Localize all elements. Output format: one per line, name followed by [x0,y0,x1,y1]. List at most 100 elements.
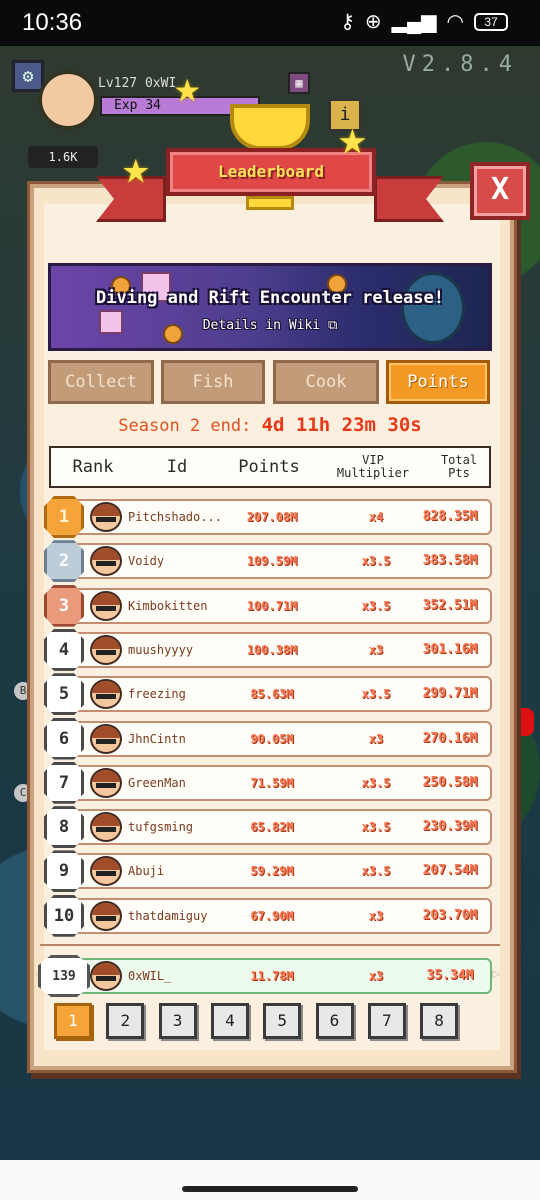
external-link-icon: ⧉ [327,318,338,333]
avatar [90,634,122,665]
star-icon: ★ [174,62,201,113]
avatar [90,502,122,532]
col-rank: Rank [72,457,114,477]
player-points: 59.29M [250,864,294,879]
tab-fish[interactable]: Fish [161,360,265,404]
leaderboard-row[interactable]: 6 JhnCintn 90.05M x3 270.16M [44,717,492,760]
player-total: 230.39M [422,819,478,835]
rank-badge: 3 [44,584,84,627]
notification-marker[interactable] [514,708,534,736]
player-name: muushyyyy [128,642,194,657]
col-id: Id [166,457,188,477]
page-button-6[interactable]: 6 [315,1003,354,1039]
season-countdown: 4d 11h 23m 30s [261,414,422,436]
rank-badge: 8 [44,806,84,849]
leaderboard-row[interactable]: 10 thatdamiguy 67.90M x3 203.70M [44,894,492,937]
home-gesture-bar[interactable] [182,1186,358,1192]
player-total: 203.70M [422,907,478,923]
player-avatar[interactable] [38,70,98,130]
leaderboard-row[interactable]: 9 Abuji 59.29M x3.5 207.54M [44,850,492,893]
exp-value: 34 [145,98,161,113]
close-button[interactable]: X [470,162,530,220]
leaderboard-row[interactable]: 8 tufgsming 65.82M x3.5 230.39M [44,806,492,849]
divider [40,944,500,946]
rank-badge: 6 [44,717,84,760]
trophy-icon [230,104,310,150]
trophy-base-icon [246,196,294,210]
col-vip-multiplier: VIP Multiplier [336,453,410,480]
player-points: 90.05M [250,731,294,746]
season-label: Season 2 end: [118,416,252,436]
player-total: 270.16M [422,730,478,746]
avatar [90,723,122,754]
season-timer: Season 2 end: 4d 11h 23m 30s [40,414,500,436]
coin-counter: 1.6K [28,146,98,168]
player-multiplier: x3.5 [361,554,391,569]
player-name: Abuji [128,864,165,879]
page-button-1[interactable]: 1 [54,1003,92,1039]
table-header: Rank Id Points VIP Multiplier Total Pts [49,446,491,488]
tab-cook[interactable]: Cook [273,360,379,404]
rank-badge: 5 [44,673,84,716]
player-name: Kimbokitten [128,598,208,613]
page-button-4[interactable]: 4 [210,1003,249,1039]
rank-badge: 2 [44,540,84,583]
player-points: 71.59M [250,775,294,790]
player-name: Pitchshado... [128,510,222,524]
page-button-7[interactable]: 7 [367,1003,406,1039]
player-total: 828.35M [422,509,478,524]
page-button-8[interactable]: 8 [420,1003,459,1039]
rank-badge: 7 [44,761,84,804]
key-icon: ⚷ [340,11,355,33]
settings-gear-icon[interactable]: ⚙ [12,60,44,92]
avatar [90,812,122,843]
page-button-2[interactable]: 2 [106,1003,145,1039]
rank-badge: 139 [38,955,90,997]
rank-badge: 4 [44,628,84,671]
player-multiplier: x3.5 [361,864,391,879]
player-points: 85.63M [250,687,294,702]
player-points: 109.59M [246,554,298,569]
banner-title: Diving and Rift Encounter release! [96,288,444,308]
page-button-3[interactable]: 3 [158,1003,197,1039]
leaderboard-row[interactable]: 2 Voidy 109.59M x3.5 383.58M [44,540,492,583]
tab-points[interactable]: Points [386,360,490,404]
rank-badge: 1 [44,496,84,538]
player-total: 207.54M [422,863,478,879]
player-name: thatdamiguy [128,908,208,923]
system-nav-bar [0,1160,540,1200]
leaderboard-row[interactable]: 7 GreenMan 71.59M x3.5 250.58M [44,761,492,804]
star-icon: ★ [338,110,367,166]
player-multiplier: x4 [368,510,384,524]
tab-collect[interactable]: Collect [48,360,154,404]
player-multiplier: x3 [368,731,384,746]
player-name: Voidy [128,554,165,569]
player-multiplier: x3.5 [361,775,391,790]
player-level: Lv127 0xWI [98,76,177,91]
leaderboard-row[interactable]: 1 Pitchshado... 207.08M x4 828.35M [44,496,492,538]
player-points: 65.82M [250,820,294,835]
wifi-icon: ◠ [446,11,464,33]
my-rank-row[interactable]: 139 0xWIL_ 11.78M x3 35.34M [38,955,492,997]
col-points: Points [238,457,300,477]
leaderboard-row[interactable]: 3 Kimbokitten 100.71M x3.5 352.51M [44,584,492,627]
rank-badge: 9 [44,850,84,893]
player-multiplier: x3 [368,969,384,983]
event-banner[interactable]: Diving and Rift Encounter release! Detai… [48,263,492,351]
player-total: 35.34M [426,968,474,983]
status-icons: ⚷ ⊕ ▂▄▆ ◠ 37 [340,10,508,34]
leaderboard-row[interactable]: 4 muushyyyy 100.38M x3 301.16M [44,628,492,671]
star-icon: ★ [122,140,150,194]
shell-icon [401,272,465,344]
player-multiplier: x3.5 [361,598,391,613]
page-button-5[interactable]: 5 [263,1003,302,1039]
map-icon[interactable]: ▦ [288,72,310,94]
banner-wiki-link[interactable]: Details in Wiki ⧉ [51,318,489,333]
avatar [90,900,122,931]
avatar [90,856,122,887]
avatar [90,590,122,621]
status-bar: 10:36 ⚷ ⊕ ▂▄▆ ◠ 37 [0,0,540,46]
leaderboard-row[interactable]: 5 freezing 85.63M x3.5 299.71M [44,673,492,716]
player-multiplier: x3.5 [361,820,391,835]
exp-label: Exp [114,98,138,113]
